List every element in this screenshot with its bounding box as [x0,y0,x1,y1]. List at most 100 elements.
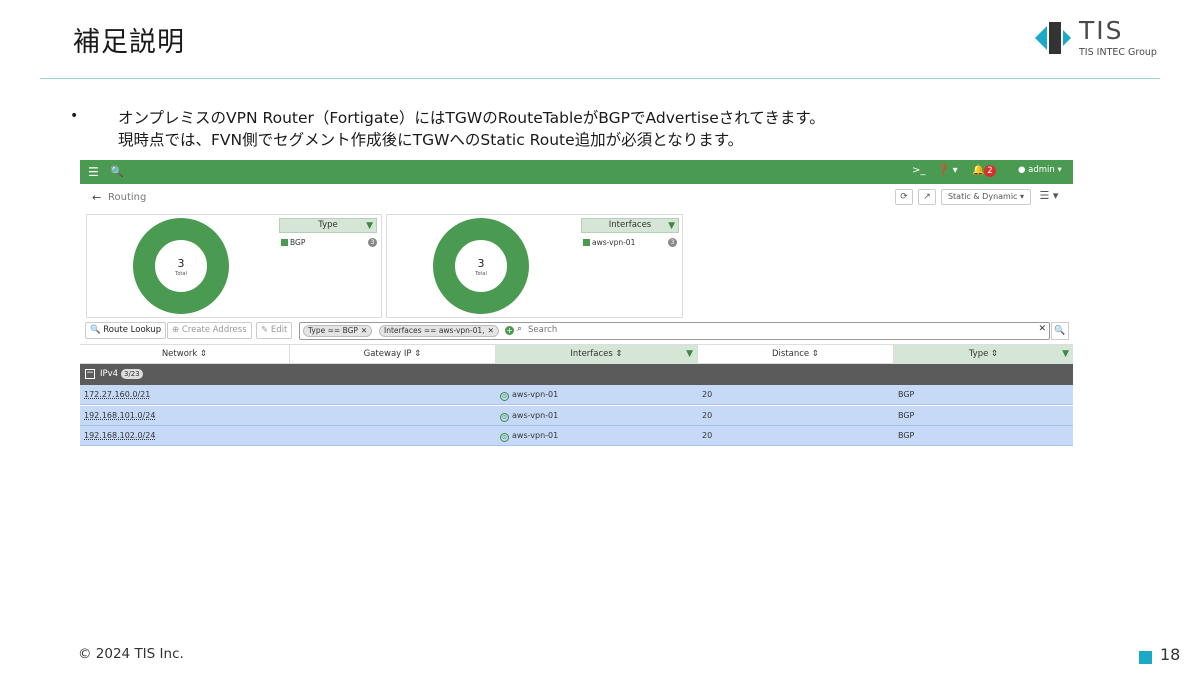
interface-icon: ⊙ [500,413,509,422]
interfaces-donut-chart[interactable]: 3 Total [431,216,531,316]
edit-button[interactable]: ✎ Edit [256,322,293,339]
logo-text: TIS [1079,16,1124,45]
route-type-dropdown[interactable]: Static & Dynamic ▾ [941,189,1031,205]
distance-cell: 20 [702,431,713,440]
chip-close-icon[interactable]: ✕ [361,326,367,335]
tis-logo-mark-icon [1035,22,1071,54]
filter-funnel-icon: ▼ [366,221,373,231]
table-row[interactable]: 172.27.160.0/21 ⊙ aws-vpn-01 20 BGP [80,385,1073,405]
group-count-badge: 3/23 [121,369,143,379]
distance-cell: 20 [702,390,713,399]
collapse-toggle-icon[interactable]: − [85,369,95,379]
donut-total-label: Total [175,271,187,277]
create-address-button[interactable]: ⊕ Create Address [167,322,252,339]
list-options-menu[interactable]: ☰ ▾ [1038,189,1060,205]
type-legend-item[interactable]: BGP [281,238,305,247]
slide-title: 補足説明 [73,27,185,58]
bullet-marker: • [70,108,79,124]
legend-count-badge: 3 [368,238,377,247]
global-search-icon[interactable]: 🔍 [110,165,124,178]
open-new-window-button[interactable]: ↗ [918,189,936,205]
search-submit-button[interactable]: 🔍 [1051,322,1069,340]
column-header-network[interactable]: Network ⇕ [80,345,290,364]
column-header-type[interactable]: Type ⇕ ▼ [894,345,1073,364]
interface-name: aws-vpn-01 [512,390,559,399]
filter-chip-interfaces[interactable]: Interfaces == aws-vpn-01, ✕ [379,325,499,337]
column-header-gateway-ip[interactable]: Gateway IP ⇕ [290,345,496,364]
search-icon: ⌕ [517,324,523,334]
type-filter-header[interactable]: Type ▼ [279,218,377,233]
table-toolbar: 🔍 Route Lookup ⊕ Create Address ✎ Edit T… [80,320,1073,342]
network-cell[interactable]: 172.27.160.0/21 [84,390,150,399]
column-header-interfaces[interactable]: Interfaces ⇕ ▼ [496,345,698,364]
user-menu-button[interactable]: ● admin ▾ [1018,165,1062,175]
bullet-text-line-2: 現時点では、FVN側でセグメント作成後にTGWへのStatic Route追加が… [118,131,744,149]
type-cell: BGP [898,390,915,399]
refresh-button[interactable]: ⟳ [895,189,913,205]
interface-cell: ⊙ aws-vpn-01 [500,390,558,401]
interface-icon: ⊙ [500,433,509,442]
clear-search-icon[interactable]: ✕ [1038,324,1046,334]
chip-close-icon[interactable]: ✕ [488,326,494,335]
filter-funnel-icon: ▼ [668,221,675,231]
logo-subtext: TIS INTEC Group [1079,47,1157,58]
ipv4-group-row[interactable]: − IPv4 3/23 [80,364,1073,385]
network-cell[interactable]: 192.168.102.0/24 [84,431,155,440]
notification-bell-icon[interactable]: 🔔 [972,165,984,176]
column-header-distance[interactable]: Distance ⇕ [698,345,894,364]
title-divider [40,78,1160,79]
donut-total-value: 3 [177,257,185,270]
type-cell: BGP [898,411,915,420]
interfaces-filter-header[interactable]: Interfaces ▼ [581,218,679,233]
group-label: IPv4 [100,369,119,379]
route-lookup-button[interactable]: 🔍 Route Lookup [85,322,167,339]
filter-search-box[interactable]: Type == BGP ✕ Interfaces == aws-vpn-01, ✕ … [299,322,1050,340]
hamburger-menu-icon[interactable]: ☰ [88,165,99,179]
interface-cell: ⊙ aws-vpn-01 [500,411,558,422]
top-navigation-bar: ☰ 🔍 >_ ❓ ▾ 🔔 2 ● admin ▾ [80,160,1073,184]
interface-name: aws-vpn-01 [512,431,559,440]
help-menu-button[interactable]: ❓ ▾ [937,165,958,176]
copyright-footer: © 2024 TIS Inc. [78,646,184,662]
filter-chip-label: Interfaces == aws-vpn-01, [384,326,485,335]
legend-label: aws-vpn-01 [592,238,636,247]
filter-funnel-icon: ▼ [1062,349,1069,359]
interfaces-legend-item[interactable]: aws-vpn-01 [583,238,635,247]
network-cell[interactable]: 192.168.101.0/24 [84,411,155,420]
page-number: 18 [1160,645,1181,664]
filter-chip-type[interactable]: Type == BGP ✕ [303,325,373,337]
routing-table-header: Network ⇕ Gateway IP ⇕ Interfaces ⇕ ▼ Di… [80,344,1073,364]
legend-color-swatch [583,239,590,246]
type-donut-chart[interactable]: 3 Total [131,216,231,316]
donut-total-value: 3 [477,257,485,270]
type-summary-widget: 3 Total Type ▼ BGP 3 [86,214,382,318]
distance-cell: 20 [702,411,713,420]
bullet-text-line-1: オンプレミスのVPN Router（Fortigate）にはTGWのRouteT… [118,109,825,127]
column-header-label: Type ⇕ [968,349,999,359]
legend-label: BGP [290,238,306,247]
search-input[interactable] [528,325,1028,335]
filter-chip-label: Type == BGP [308,326,358,335]
interface-icon: ⊙ [500,392,509,401]
interfaces-summary-widget: 3 Total Interfaces ▼ aws-vpn-01 3 [386,214,683,318]
filter-funnel-icon: ▼ [686,349,693,359]
add-filter-icon[interactable]: + [505,326,514,335]
back-arrow-icon[interactable]: ← [92,191,101,204]
interface-cell: ⊙ aws-vpn-01 [500,431,558,442]
fortigate-routing-screenshot: ☰ 🔍 >_ ❓ ▾ 🔔 2 ● admin ▾ ← Routing ⟳ ↗ S… [80,160,1073,447]
column-header-label: Interfaces ⇕ [570,349,623,359]
interface-name: aws-vpn-01 [512,411,559,420]
notification-count-badge: 2 [984,165,996,177]
page-header-bar: ← Routing ⟳ ↗ Static & Dynamic ▾ ☰ ▾ [80,184,1073,210]
page-number-marker [1139,651,1152,664]
type-filter-label: Type [318,220,338,230]
donut-total-label: Total [475,271,487,277]
legend-count-badge: 3 [668,238,677,247]
table-row[interactable]: 192.168.102.0/24 ⊙ aws-vpn-01 20 BGP [80,426,1073,446]
table-row[interactable]: 192.168.101.0/24 ⊙ aws-vpn-01 20 BGP [80,406,1073,426]
company-logo: TIS TIS INTEC Group [1033,16,1163,60]
type-cell: BGP [898,431,915,440]
page-breadcrumb: Routing [108,192,147,203]
cli-console-button[interactable]: >_ [912,165,925,176]
interfaces-filter-label: Interfaces [608,220,652,230]
